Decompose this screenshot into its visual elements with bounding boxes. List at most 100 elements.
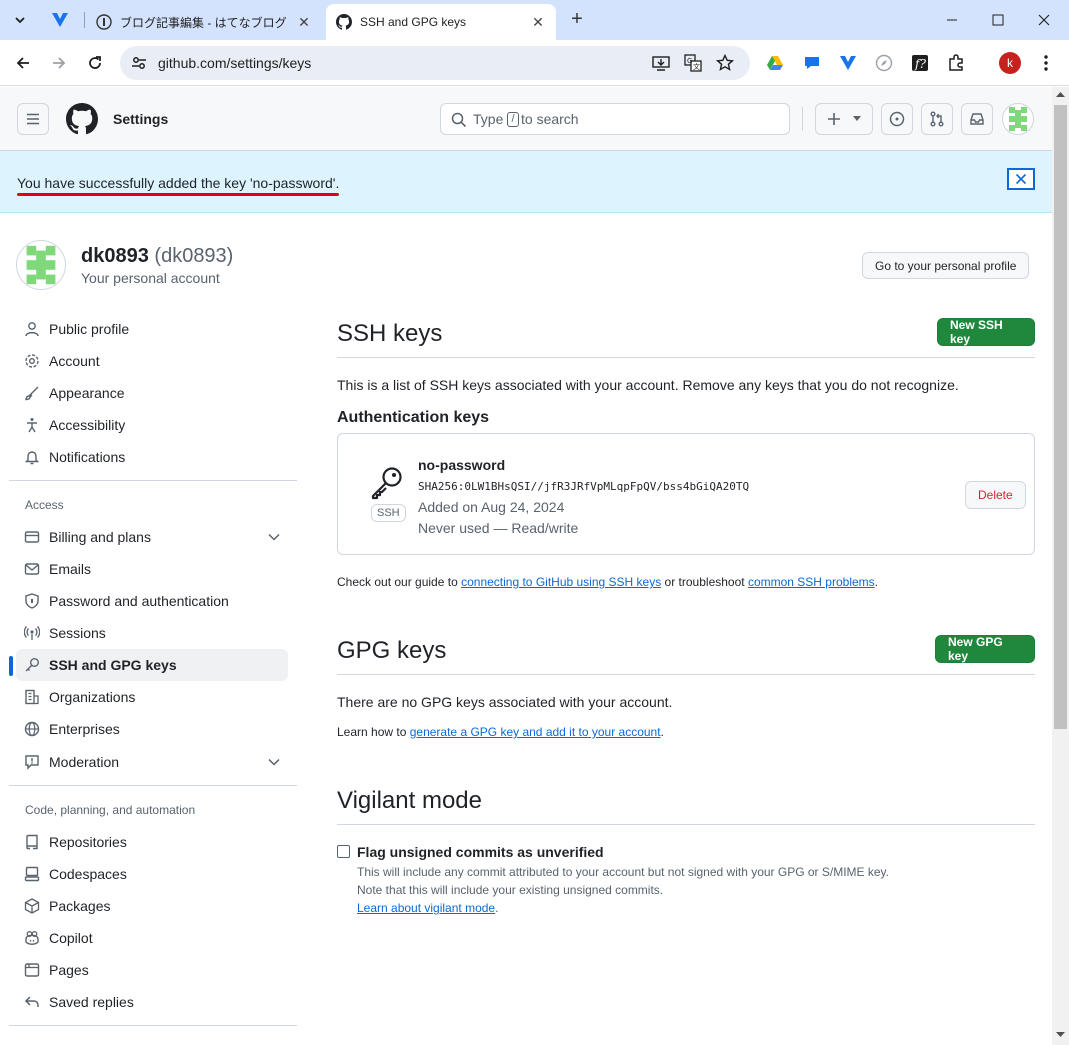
new-ssh-key-button[interactable]: New SSH key bbox=[937, 318, 1035, 346]
paintbrush-icon bbox=[24, 385, 40, 401]
sidebar-item-codespaces[interactable]: Codespaces bbox=[16, 858, 288, 890]
sidebar-item-emails[interactable]: Emails bbox=[16, 553, 288, 585]
sidebar-item-copilot[interactable]: Copilot bbox=[16, 922, 288, 954]
google-drive-extension[interactable] bbox=[765, 53, 785, 73]
sidebar-item-account[interactable]: Account bbox=[16, 345, 288, 377]
svg-text:文: 文 bbox=[693, 62, 700, 71]
learn-prefix: Learn how to bbox=[337, 725, 407, 739]
sidebar-item-ssh-gpg-keys[interactable]: SSH and GPG keys bbox=[16, 649, 288, 681]
close-icon[interactable]: ✕ bbox=[530, 14, 546, 30]
flash-banner: You have successfully added the key 'no-… bbox=[0, 151, 1052, 213]
learn-vigilant-link[interactable]: Learn about vigilant mode bbox=[357, 901, 495, 915]
compass-extension[interactable] bbox=[874, 53, 894, 73]
sidebar-item-label: Notifications bbox=[49, 449, 126, 465]
hamburger-icon bbox=[27, 113, 39, 125]
section-divider bbox=[337, 824, 1035, 825]
annotation-underline bbox=[17, 193, 339, 196]
sidebar-item-moderation[interactable]: Moderation bbox=[16, 746, 288, 778]
ssh-problems-link[interactable]: common SSH problems bbox=[748, 575, 875, 589]
ssh-key-item: SSH no-password SHA256:0LW1BHsQSI//jfR3J… bbox=[337, 433, 1035, 555]
tab-ssh-gpg-keys[interactable]: SSH and GPG keys ✕ bbox=[326, 4, 556, 40]
bookmark-star-icon[interactable] bbox=[716, 54, 734, 72]
vigilant-link-end: . bbox=[495, 901, 499, 915]
sidebar-item-label: Repositories bbox=[49, 834, 127, 850]
guide-end: . bbox=[874, 575, 879, 589]
extensions-button[interactable] bbox=[946, 53, 966, 73]
sidebar-item-pages[interactable]: Pages bbox=[16, 954, 288, 986]
key-icon bbox=[24, 657, 40, 673]
sidebar-item-sessions[interactable]: Sessions bbox=[16, 617, 288, 649]
pinned-tab[interactable] bbox=[44, 6, 76, 34]
pull-requests-button[interactable] bbox=[921, 103, 953, 135]
go-to-profile-button[interactable]: Go to your personal profile bbox=[862, 252, 1030, 279]
new-gpg-key-button[interactable]: New GPG key bbox=[935, 635, 1035, 663]
ssh-key-usage: Never used — Read/write bbox=[418, 520, 579, 536]
sidebar-item-accessibility[interactable]: Accessibility bbox=[16, 409, 288, 441]
sidebar-item-notifications[interactable]: Notifications bbox=[16, 441, 288, 473]
user-avatar[interactable] bbox=[1002, 103, 1034, 135]
page-scrollbar[interactable] bbox=[1052, 87, 1069, 1045]
minimize-button[interactable] bbox=[929, 0, 975, 40]
flash-close-button[interactable] bbox=[1007, 168, 1035, 190]
connecting-ssh-link[interactable]: connecting to GitHub using SSH keys bbox=[461, 575, 661, 589]
close-icon[interactable]: ✕ bbox=[296, 14, 312, 30]
sidebar-item-public-profile[interactable]: Public profile bbox=[16, 313, 288, 345]
close-window-button[interactable] bbox=[1021, 0, 1067, 40]
sidebar-item-label: Enterprises bbox=[49, 721, 120, 737]
create-new-button[interactable] bbox=[815, 103, 873, 135]
sidebar-item-label: Packages bbox=[49, 898, 111, 914]
page-title[interactable]: Settings bbox=[113, 111, 168, 127]
scroll-down-icon[interactable] bbox=[1056, 1031, 1065, 1038]
scroll-up-icon[interactable] bbox=[1056, 91, 1065, 98]
sidebar-item-saved-replies[interactable]: Saved replies bbox=[16, 986, 288, 1018]
chat-extension[interactable] bbox=[802, 53, 822, 73]
new-tab-button[interactable]: + bbox=[564, 8, 590, 32]
browser-menu-button[interactable] bbox=[1036, 53, 1056, 73]
credit-card-icon bbox=[24, 529, 40, 545]
account-avatar[interactable] bbox=[16, 240, 66, 290]
gpg-empty-text: There are no GPG keys associated with yo… bbox=[337, 694, 673, 710]
sidebar-item-password[interactable]: Password and authentication bbox=[16, 585, 288, 617]
arrow-left-icon bbox=[16, 57, 29, 69]
vivaldi-extension[interactable] bbox=[838, 53, 858, 73]
mail-icon bbox=[24, 561, 40, 577]
account-name[interactable]: dk0893 bbox=[81, 245, 149, 267]
delete-key-button[interactable]: Delete bbox=[965, 481, 1026, 509]
formula-extension[interactable]: f? bbox=[910, 53, 930, 73]
sidebar-item-billing[interactable]: Billing and plans bbox=[16, 521, 288, 553]
sidebar-item-appearance[interactable]: Appearance bbox=[16, 377, 288, 409]
sidebar-item-repositories[interactable]: Repositories bbox=[16, 826, 288, 858]
scrollbar-thumb[interactable] bbox=[1054, 105, 1067, 729]
address-bar[interactable]: github.com/settings/keys G文 bbox=[120, 46, 750, 80]
reload-button[interactable] bbox=[81, 49, 109, 77]
sidebar-item-label: Moderation bbox=[49, 754, 120, 770]
issues-button[interactable] bbox=[881, 103, 913, 135]
install-app-icon[interactable] bbox=[652, 54, 670, 72]
tab-search-button[interactable] bbox=[8, 8, 32, 32]
vigilant-checkbox-label[interactable]: Flag unsigned commits as unverified bbox=[357, 844, 604, 860]
search-input[interactable]: Type / to search bbox=[440, 103, 790, 135]
site-info-icon[interactable] bbox=[130, 54, 148, 72]
inbox-button[interactable] bbox=[961, 103, 993, 135]
translate-icon[interactable]: G文 bbox=[684, 54, 702, 72]
forward-button[interactable] bbox=[45, 49, 73, 77]
back-button[interactable] bbox=[9, 49, 37, 77]
menu-button[interactable] bbox=[17, 103, 49, 135]
chevron-down-icon bbox=[268, 758, 280, 766]
chevron-down-icon bbox=[268, 533, 280, 541]
vivaldi-logo-icon bbox=[840, 56, 856, 70]
svg-text:f?: f? bbox=[914, 57, 926, 71]
maximize-button[interactable] bbox=[975, 0, 1021, 40]
vigilant-desc-2: Note that this will include your existin… bbox=[357, 883, 664, 897]
function-icon: f? bbox=[912, 55, 928, 71]
inbox-icon bbox=[970, 113, 984, 125]
sidebar-item-organizations[interactable]: Organizations bbox=[16, 681, 288, 713]
flash-message: You have successfully added the key 'no-… bbox=[17, 175, 340, 191]
sidebar-item-enterprises[interactable]: Enterprises bbox=[16, 713, 288, 745]
profile-avatar[interactable]: k bbox=[999, 52, 1021, 74]
github-home-link[interactable] bbox=[66, 103, 98, 135]
sidebar-item-packages[interactable]: Packages bbox=[16, 890, 288, 922]
vigilant-mode-checkbox[interactable] bbox=[337, 845, 350, 858]
generate-gpg-key-link[interactable]: generate a GPG key and add it to your ac… bbox=[410, 725, 661, 739]
tab-hatena-blog[interactable]: ブログ記事編集 - はてなブログ ✕ bbox=[86, 4, 322, 40]
